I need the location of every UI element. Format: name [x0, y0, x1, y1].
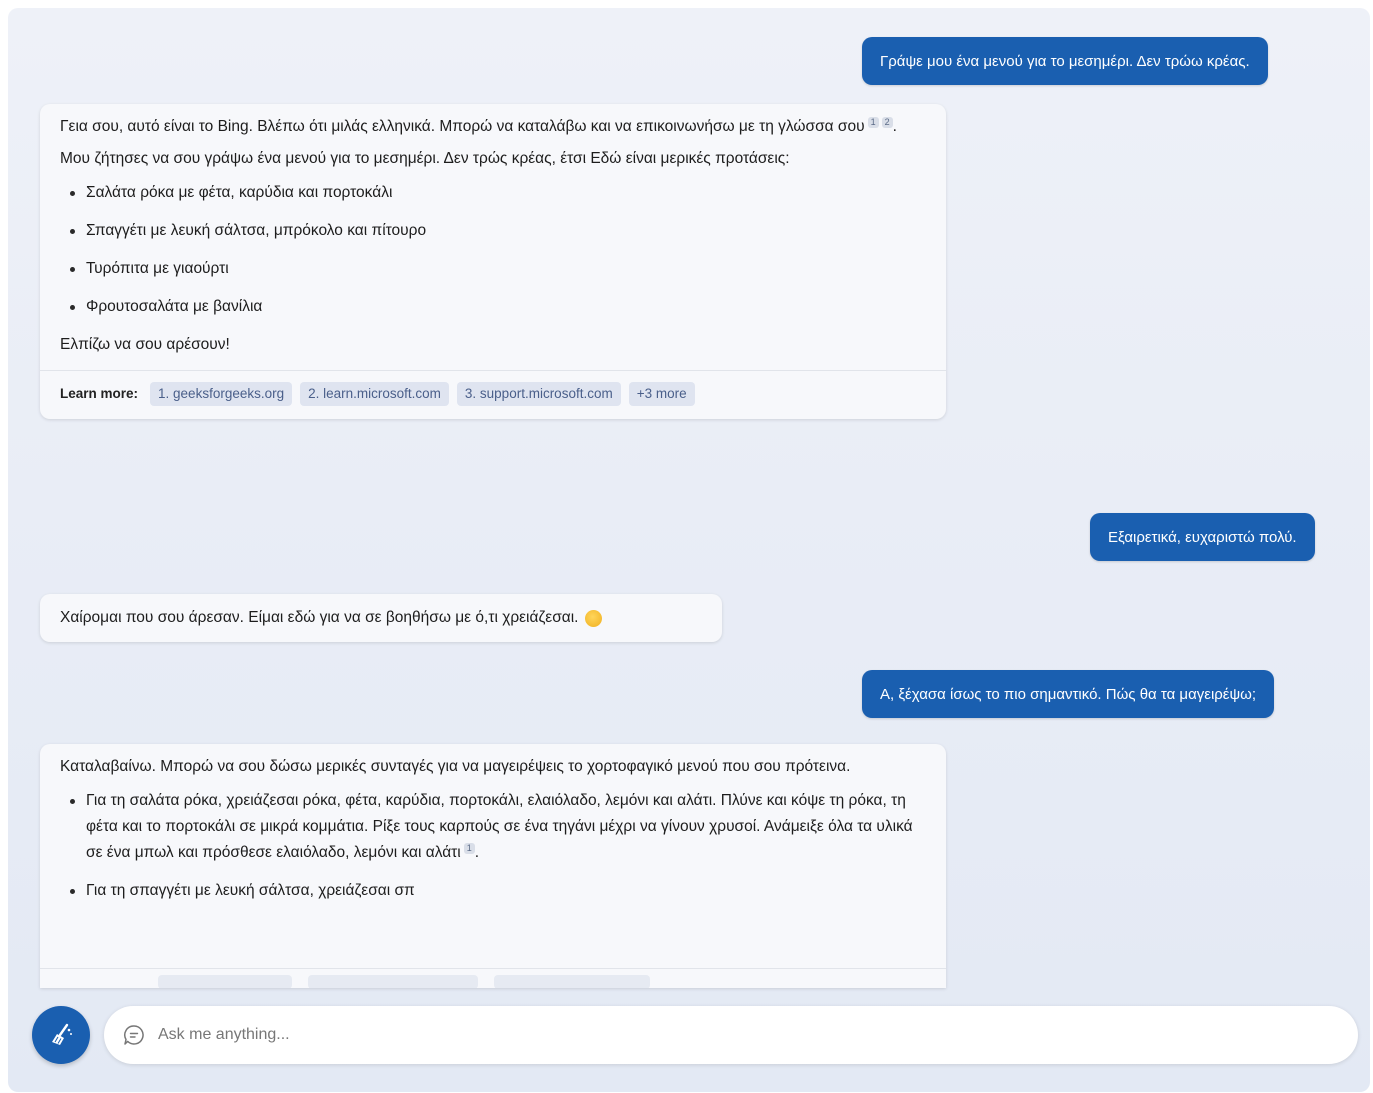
menu-list: Σαλάτα ρόκα με φέτα, καρύδια και πορτοκά…: [60, 180, 928, 320]
more-sources-link[interactable]: +3 more: [628, 382, 695, 406]
list-item: Σαλάτα ρόκα με φέτα, καρύδια και πορτοκά…: [60, 180, 928, 206]
citation-badge[interactable]: 1: [463, 842, 475, 854]
user-message-text: Εξαιρετικά, ευχαριστώ πολύ.: [1108, 528, 1297, 546]
bot-paragraph: Ελπίζω να σου αρέσουν!: [60, 336, 230, 353]
bot-paragraph: Καταλαβαίνω. Μπορώ να σου δώσω μερικές σ…: [60, 758, 851, 775]
bot-paragraph: Μου ζήτησες να σου γράψω ένα μενού για τ…: [60, 150, 790, 167]
user-message: Γράψε μου ένα μενού για το μεσημέρι. Δεν…: [862, 37, 1268, 85]
loading-chip: [494, 975, 650, 988]
loading-chip: [158, 975, 292, 988]
list-item: Τυρόπιτα με γιαούρτι: [60, 256, 928, 282]
bot-message: Γεια σου, αυτό είναι το Bing. Βλέπω ότι …: [40, 104, 946, 419]
list-item: Φρουτοσαλάτα με βανίλια: [60, 294, 928, 320]
chat-window: Γράψε μου ένα μενού για το μεσημέρι. Δεν…: [8, 8, 1370, 1092]
source-link[interactable]: 1. geeksforgeeks.org: [150, 382, 293, 406]
learn-more-label: Learn more:: [60, 386, 139, 401]
bot-message: Καταλαβαίνω. Μπορώ να σου δώσω μερικές σ…: [40, 744, 946, 988]
bot-message-text: Χαίρομαι που σου άρεσαν. Είμαι εδώ για ν…: [60, 609, 579, 626]
user-message-text: Γράψε μου ένα μενού για το μεσημέρι. Δεν…: [880, 52, 1250, 70]
chat-bubble-icon: [124, 1025, 144, 1045]
smile-emoji-icon: [584, 609, 602, 627]
chat-input[interactable]: [158, 1026, 1258, 1044]
learn-more-bar: Learn more: 1. geeksforgeeks.org 2. lear…: [40, 370, 946, 419]
source-link[interactable]: 3. support.microsoft.com: [456, 382, 621, 406]
citation-badge[interactable]: 2: [881, 116, 893, 128]
user-message-text: Α, ξέχασα ίσως το πιο σημαντικό. Πώς θα …: [880, 685, 1257, 703]
learn-more-bar-loading: [40, 968, 946, 988]
bot-paragraph: Γεια σου, αυτό είναι το Bing. Βλέπω ότι …: [60, 116, 897, 135]
broom-icon: [52, 1023, 72, 1045]
user-message: Εξαιρετικά, ευχαριστώ πολύ.: [1090, 513, 1315, 561]
recipe-list: Για τη σαλάτα ρόκα, χρειάζεσαι ρόκα, φέτ…: [60, 788, 928, 904]
list-item: Για τη σαλάτα ρόκα, χρειάζεσαι ρόκα, φέτ…: [60, 788, 928, 866]
user-message: Α, ξέχασα ίσως το πιο σημαντικό. Πώς θα …: [862, 670, 1275, 718]
loading-chip: [308, 975, 478, 988]
new-topic-button[interactable]: [32, 1006, 90, 1064]
source-link[interactable]: 2. learn.microsoft.com: [300, 382, 449, 406]
bot-message: Χαίρομαι που σου άρεσαν. Είμαι εδώ για ν…: [40, 594, 722, 642]
chat-input-container: [104, 1006, 1358, 1064]
list-item: Σπαγγέτι με λευκή σάλτσα, μπρόκολο και π…: [60, 218, 928, 244]
citation-badge[interactable]: 1: [867, 116, 879, 128]
list-item: Για τη σπαγγέτι με λευκή σάλτσα, χρειάζε…: [60, 878, 928, 904]
